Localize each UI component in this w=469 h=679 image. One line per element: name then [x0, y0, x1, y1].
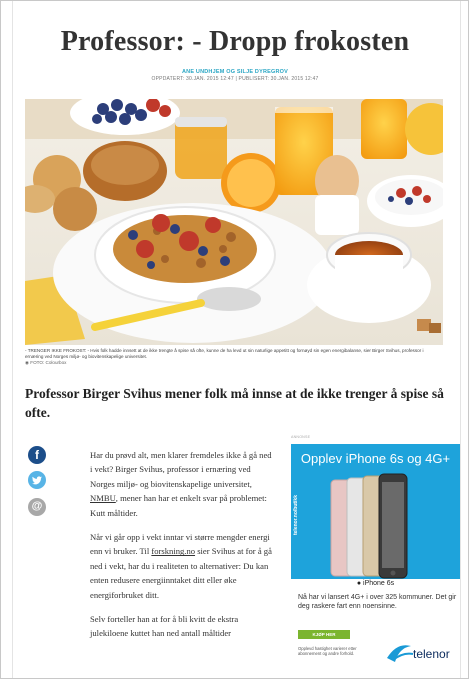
ad-copy: Nå har vi lansert 4G+ i over 325 kommune…: [298, 594, 457, 610]
p1-text-a: Har du prøvd alt, men klarer fremdeles i…: [90, 450, 272, 489]
article-title: Professor: - Dropp frokosten: [60, 26, 410, 57]
email-share-icon[interactable]: @: [28, 498, 46, 516]
paragraph-1: Har du prøvd alt, men klarer fremdeles i…: [90, 448, 274, 520]
ad-label: ANNONSE: [291, 435, 311, 439]
timestamp: OPPDATERT: 30.JAN. 2015 12:47 | PUBLISER…: [151, 76, 319, 82]
breakfast-photo: [25, 99, 443, 345]
byline[interactable]: ANE UNDHJEM OG SILJE DYREGROV: [13, 69, 457, 75]
twitter-bird-icon: [32, 476, 42, 485]
photo-credit-text: FOTO: Colourbox: [30, 360, 67, 365]
nmbu-link[interactable]: NMBU: [90, 493, 116, 503]
paragraph-2: Når vi går opp i vekt inntar vi større m…: [90, 530, 274, 602]
telenor-logo-text: telenor: [413, 647, 450, 661]
article-lead: Professor Birger Svihus mener folk må in…: [25, 386, 444, 420]
iphone-illustration: [330, 473, 408, 579]
ad-model: ● iPhone 6s: [291, 580, 460, 587]
p1-text-b: , mener han har et enkelt svar på proble…: [90, 493, 267, 518]
photo-credit: ◉ FOTO: Colourbox: [25, 360, 66, 366]
apple-icon: ●: [356, 580, 362, 587]
facebook-share-icon[interactable]: f: [28, 446, 46, 464]
camera-icon: ◉: [25, 360, 30, 365]
ad-model-text: iPhone 6s: [363, 580, 395, 587]
photo-caption: - TRENGER IKKE FROKOST: - Hvis folk hadd…: [25, 348, 424, 359]
telenor-ad[interactable]: Opplev iPhone 6s og 4G+ telenor.no/butik…: [291, 444, 460, 671]
forskning-link[interactable]: forskning.no: [151, 546, 195, 556]
ad-small-print: Opplevd hastighet varierer etter abonnem…: [298, 646, 357, 656]
paragraph-3: Selv forteller han at for å bli kvitt de…: [90, 614, 239, 639]
buy-here-button[interactable]: KJØP HER: [298, 630, 350, 639]
twitter-share-icon[interactable]: [28, 471, 46, 489]
ad-headline: Opplev iPhone 6s og 4G+: [300, 451, 451, 466]
article-photo[interactable]: [25, 99, 443, 345]
article-body: Har du prøvd alt, men klarer fremdeles i…: [90, 448, 274, 651]
page-frame: Professor: - Dropp frokosten ANE UNDHJEM…: [0, 0, 469, 679]
